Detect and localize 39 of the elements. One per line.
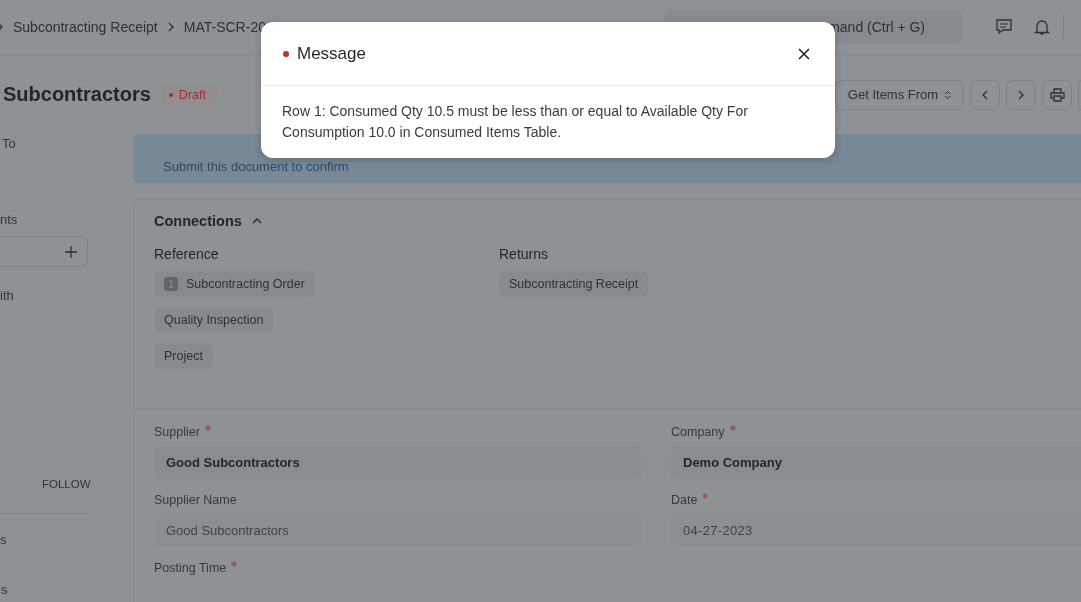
- field-label: Supplier: [154, 425, 200, 439]
- attachments-label: nts: [0, 212, 18, 227]
- connection-link[interactable]: Quality Inspection: [154, 307, 274, 333]
- plus-icon: [65, 245, 77, 258]
- link-field[interactable]: Demo Company: [671, 446, 1081, 479]
- printer-icon: [1049, 87, 1065, 102]
- breadcrumb-link[interactable]: Subcontracting Receipt: [13, 19, 158, 35]
- close-icon: [798, 47, 810, 60]
- link-field[interactable]: Good Subcontractors: [154, 446, 641, 479]
- bell-icon[interactable]: [1033, 18, 1051, 36]
- sidebar-text: s: [0, 532, 7, 547]
- assigned-to-label: To: [2, 136, 16, 151]
- shared-with-label: ith: [0, 288, 14, 303]
- group-title: Reference: [154, 246, 220, 262]
- status-badge: Draft: [160, 84, 217, 105]
- connection-link[interactable]: Subcontracting Receipt: [499, 271, 649, 297]
- dialog-title: Message: [297, 43, 367, 64]
- breadcrumb-link[interactable]: MAT-SCR-20: [183, 19, 266, 35]
- connection-link[interactable]: Project: [154, 343, 213, 369]
- status-dot-icon: [283, 50, 289, 57]
- chat-icon[interactable]: [995, 18, 1013, 36]
- field-label: Company: [671, 425, 725, 439]
- group-title: Returns: [499, 246, 550, 262]
- document-title: Subcontractors: [3, 83, 151, 106]
- previous-button[interactable]: [970, 79, 1000, 110]
- read-only-field: Good Subcontractors: [154, 514, 641, 547]
- field-label: Posting Time: [154, 561, 227, 575]
- field-label: Supplier Name: [154, 493, 237, 507]
- get-items-button[interactable]: Get Items From: [835, 79, 964, 110]
- field-label: Date: [671, 493, 698, 507]
- next-button[interactable]: [1006, 79, 1036, 110]
- follow-link[interactable]: FOLLOW: [42, 478, 91, 490]
- print-button[interactable]: [1042, 79, 1072, 110]
- chevron-left-icon: [980, 89, 990, 100]
- dialog-message: Row 1: Consumed Qty 10.5 must be less than or equal to Available Qty For Consumption 10.0 in Consumed Items Table.: [281, 102, 749, 142]
- banner-text: Submit this document to confirm: [163, 159, 349, 174]
- chevron-right-icon: [1016, 89, 1026, 100]
- section-title: Connections: [154, 213, 242, 229]
- sort-caret-icon: [944, 89, 952, 100]
